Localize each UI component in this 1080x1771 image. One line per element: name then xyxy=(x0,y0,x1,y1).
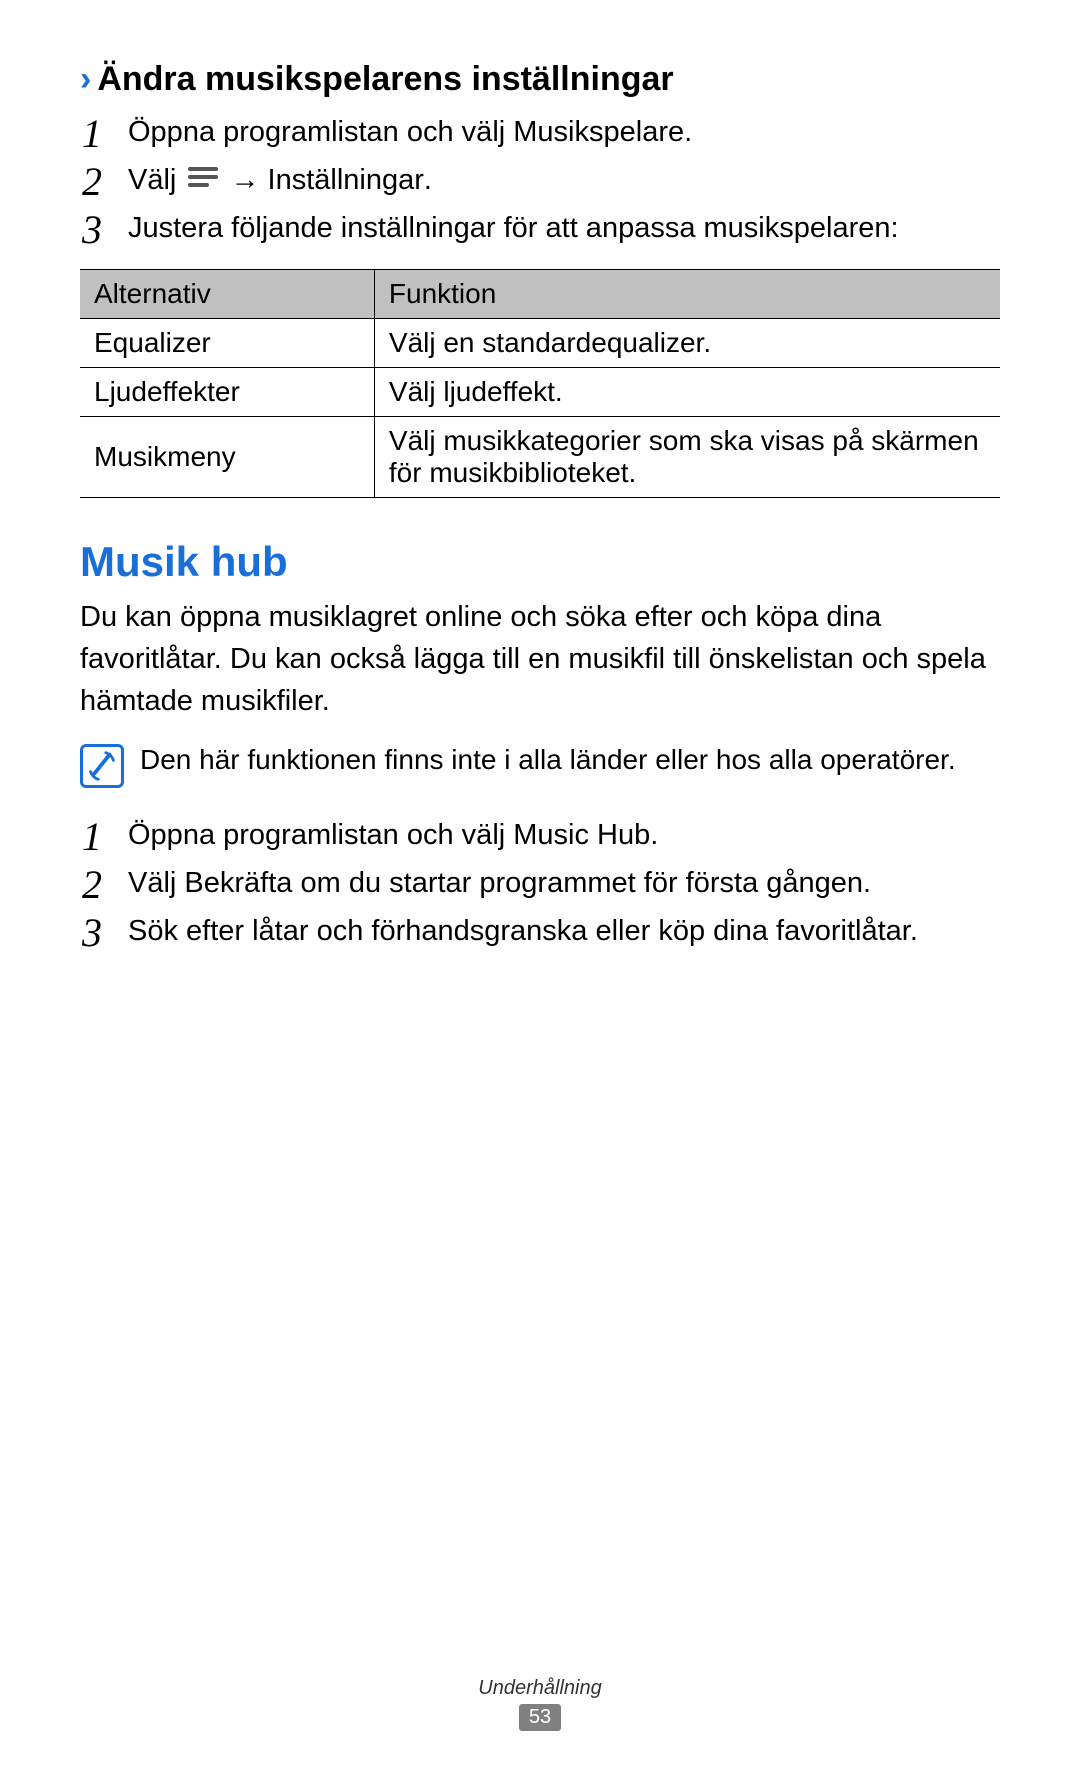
page-footer: Underhållning 53 xyxy=(80,1677,1000,1731)
step-text: Öppna programlistan och välj xyxy=(128,819,513,851)
step-text: → xyxy=(222,164,267,196)
table-cell: Välj en standardequalizer. xyxy=(374,319,1000,368)
note-text: Den här funktionen finns inte i alla län… xyxy=(140,740,956,780)
step-text: Justera följande inställningar för att a… xyxy=(128,212,899,244)
content-area: ›Ändra musikspelarens inställningar Öppn… xyxy=(80,60,1000,1677)
step-text: Öppna programlistan och välj xyxy=(128,116,513,148)
step-text: Sök efter låtar och förhandsgranska elle… xyxy=(128,915,918,947)
table-cell: Equalizer xyxy=(80,319,374,368)
footer-label: Underhållning xyxy=(80,1677,1000,1700)
step-text: Välj xyxy=(128,164,184,196)
table-header-cell: Funktion xyxy=(374,270,1000,319)
step-text: om du startar programmet för första gång… xyxy=(292,867,871,899)
chevron-icon: › xyxy=(80,60,91,98)
steps-list-1: Öppna programlistan och välj Musikspelar… xyxy=(80,111,1000,249)
step-button-name: Bekräfta xyxy=(184,867,292,899)
options-table: Alternativ Funktion Equalizer Välj en st… xyxy=(80,269,1000,498)
subheading-text: Ändra musikspelarens inställningar xyxy=(97,60,673,98)
subheading: ›Ändra musikspelarens inställningar xyxy=(80,60,1000,99)
step-app-name: Musikspelare xyxy=(513,116,684,148)
step-item: Justera följande inställningar för att a… xyxy=(80,207,1000,249)
table-header-row: Alternativ Funktion xyxy=(80,270,1000,319)
steps-list-2: Öppna programlistan och välj Music Hub. … xyxy=(80,814,1000,952)
table-row: Musikmeny Välj musikkategorier som ska v… xyxy=(80,417,1000,498)
table-cell: Musikmeny xyxy=(80,417,374,498)
step-app-name: Music Hub xyxy=(513,819,650,851)
step-text: Välj xyxy=(128,867,184,899)
table-cell: Välj ljudeffekt. xyxy=(374,368,1000,417)
step-item: Öppna programlistan och välj Musikspelar… xyxy=(80,111,1000,153)
step-item: Välj → Inställningar. xyxy=(80,159,1000,201)
step-item: Sök efter låtar och förhandsgranska elle… xyxy=(80,910,1000,952)
table-cell: Ljudeffekter xyxy=(80,368,374,417)
table-row: Ljudeffekter Välj ljudeffekt. xyxy=(80,368,1000,417)
step-item: Öppna programlistan och välj Music Hub. xyxy=(80,814,1000,856)
body-paragraph: Du kan öppna musiklagret online och söka… xyxy=(80,596,1000,722)
table-header-cell: Alternativ xyxy=(80,270,374,319)
note-icon xyxy=(80,744,124,788)
step-text: . xyxy=(424,164,432,196)
step-item: Välj Bekräfta om du startar programmet f… xyxy=(80,862,1000,904)
step-text: . xyxy=(650,819,658,851)
page: ›Ändra musikspelarens inställningar Öppn… xyxy=(0,0,1080,1771)
table-row: Equalizer Välj en standardequalizer. xyxy=(80,319,1000,368)
note-row: Den här funktionen finns inte i alla län… xyxy=(80,740,1000,788)
section-title: Musik hub xyxy=(80,538,1000,586)
step-menu-item: Inställningar xyxy=(268,164,424,196)
table-cell: Välj musikkategorier som ska visas på sk… xyxy=(374,417,1000,498)
page-number-badge: 53 xyxy=(519,1704,561,1731)
step-text: . xyxy=(684,116,692,148)
menu-icon xyxy=(188,167,218,191)
